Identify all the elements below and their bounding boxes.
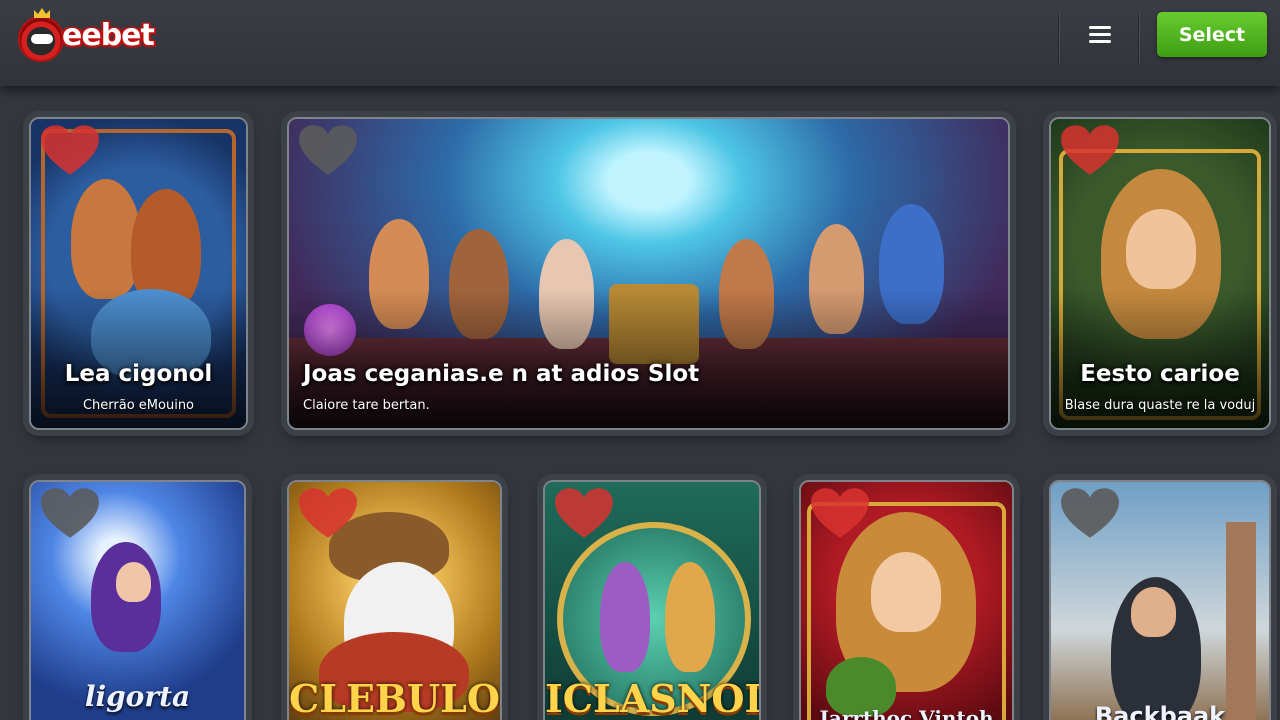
top-bar: eebet Select (0, 0, 1280, 86)
favorite-heart-icon[interactable] (297, 123, 359, 177)
game-subtitle: Blase dura quaste re la voduj (1064, 398, 1256, 413)
game-card[interactable]: Jarrthoc Vintoh (799, 480, 1014, 720)
game-title: Backbaak (1094, 702, 1226, 720)
game-card[interactable]: Backbaak (1049, 480, 1271, 720)
game-card-featured-3[interactable]: Eesto carioe Blase dura quaste re la vod… (1049, 117, 1271, 430)
game-card[interactable]: ligorta (29, 480, 246, 720)
game-subtitle: Cherrão eMouino (82, 398, 195, 413)
game-title: Jarrthoc Vintoh (819, 706, 994, 720)
game-title: ligorta (84, 680, 191, 713)
favorite-heart-icon[interactable] (809, 486, 871, 540)
game-title: Joas ceganias.e n at adios Slot (303, 361, 700, 387)
logo-mascot-icon (18, 8, 64, 62)
select-button[interactable]: Select (1157, 12, 1267, 57)
game-card[interactable]: ICLASNOI (543, 480, 761, 720)
favorite-heart-icon[interactable] (39, 123, 101, 177)
brand-logo[interactable]: eebet (18, 6, 158, 64)
game-title: ICLASNOI (545, 676, 761, 720)
favorite-heart-icon[interactable] (297, 486, 359, 540)
header-divider (1138, 12, 1140, 64)
hamburger-menu-icon[interactable] (1086, 20, 1116, 50)
game-title: Eesto carioe (1080, 361, 1240, 387)
game-card-featured-1[interactable]: Lea cigonol Cherrão eMouino (29, 117, 248, 430)
game-card[interactable]: CLEBULO (287, 480, 502, 720)
favorite-heart-icon[interactable] (553, 486, 615, 540)
favorite-heart-icon[interactable] (1059, 486, 1121, 540)
favorite-heart-icon[interactable] (1059, 123, 1121, 177)
logo-text: eebet (62, 18, 155, 53)
header-divider (1058, 12, 1060, 64)
game-subtitle: Claiore tare bertan. (303, 398, 430, 413)
favorite-heart-icon[interactable] (39, 486, 101, 540)
game-title: CLEBULO (289, 676, 501, 720)
game-title: Lea cigonol (64, 361, 213, 387)
game-card-featured-2[interactable]: Joas ceganias.e n at adios Slot Claiore … (287, 117, 1010, 430)
